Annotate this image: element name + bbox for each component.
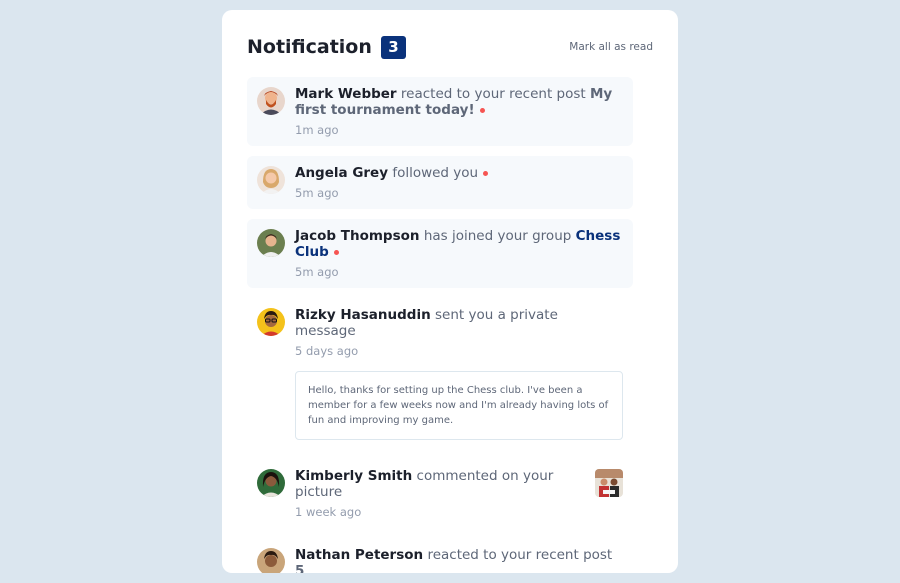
unread-dot — [483, 170, 489, 176]
unread-count-badge: 3 — [380, 35, 406, 59]
notification-action: has joined your group — [423, 228, 572, 244]
notification-time: 5 days ago — [295, 344, 359, 358]
notification-text: Angela Grey followed you — [295, 165, 621, 181]
notification-text: Jacob Thompson has joined your group Che… — [295, 228, 621, 260]
user-name-link[interactable]: Nathan Peterson — [295, 547, 423, 563]
notification-time: 5m ago — [295, 265, 339, 279]
notification-text: Mark Webber reacted to your recent post … — [295, 86, 621, 118]
user-name-link[interactable]: Kimberly Smith — [295, 468, 412, 484]
notification-action: reacted to your recent post — [427, 547, 613, 563]
notification-item[interactable]: Nathan Peterson reacted to your recent p… — [247, 538, 633, 573]
notification-text: Rizky Hasanuddin sent you a private mess… — [295, 307, 621, 339]
notification-action: reacted to your recent post — [400, 86, 586, 102]
unread-dot — [479, 107, 485, 113]
notification-item[interactable]: Jacob Thompson has joined your group Che… — [247, 219, 633, 288]
notification-list: Mark Webber reacted to your recent post … — [247, 77, 633, 573]
unread-dot — [333, 249, 339, 255]
notifications-card: Notification 3 Mark all as read Mark Web… — [222, 10, 678, 573]
notification-text: Kimberly Smith commented on your picture — [295, 468, 621, 500]
post-link[interactable]: 5 — [295, 563, 304, 573]
notification-time: 1 week ago — [295, 505, 362, 519]
notification-text: Nathan Peterson reacted to your recent p… — [295, 547, 621, 573]
notification-item[interactable]: Rizky Hasanuddin sent you a private mess… — [247, 298, 633, 449]
avatar[interactable] — [257, 469, 285, 497]
notification-time: 5m ago — [295, 186, 339, 200]
avatar[interactable] — [257, 229, 285, 257]
picture-thumbnail[interactable] — [595, 469, 623, 497]
notification-time: 1m ago — [295, 123, 339, 137]
user-name-link[interactable]: Mark Webber — [295, 86, 397, 102]
avatar[interactable] — [257, 548, 285, 573]
avatar[interactable] — [257, 87, 285, 115]
mark-all-read-button[interactable]: Mark all as read — [569, 41, 653, 53]
user-name-link[interactable]: Angela Grey — [295, 165, 388, 181]
user-name-link[interactable]: Jacob Thompson — [295, 228, 420, 244]
private-message-preview[interactable]: Hello, thanks for setting up the Chess c… — [295, 371, 623, 440]
notifications-header: Notification 3 Mark all as read — [247, 34, 653, 60]
avatar[interactable] — [257, 308, 285, 336]
notification-action: followed you — [392, 165, 479, 181]
notification-item[interactable]: Angela Grey followed you 5m ago — [247, 156, 633, 209]
notification-item[interactable]: Mark Webber reacted to your recent post … — [247, 77, 633, 146]
title-group: Notification 3 — [247, 35, 406, 59]
avatar[interactable] — [257, 166, 285, 194]
notification-item[interactable]: Kimberly Smith commented on your picture… — [247, 459, 633, 528]
page-title: Notification — [247, 36, 372, 58]
user-name-link[interactable]: Rizky Hasanuddin — [295, 307, 431, 323]
